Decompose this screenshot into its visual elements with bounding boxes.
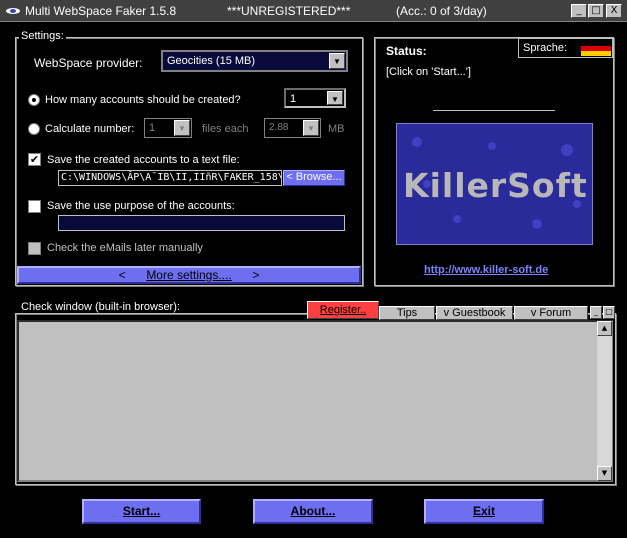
calc-label: Calculate number:	[45, 123, 135, 135]
close-button[interactable]: X	[606, 4, 622, 18]
browser-view[interactable]	[17, 320, 613, 482]
save-text-label: Save the created accounts to a text file…	[47, 154, 240, 166]
how-many-label: How many accounts should be created?	[45, 94, 241, 106]
browse-button[interactable]: < Browse...	[283, 170, 345, 186]
minimize-button[interactable]: _	[571, 4, 587, 18]
unregistered-label: ***UNREGISTERED***	[227, 4, 351, 18]
check-email-label: Check the eMails later manually	[47, 242, 203, 254]
forum-tab-label: v Forum	[530, 307, 572, 319]
language-selector[interactable]: Sprache:	[518, 38, 613, 58]
window-title: Multi WebSpace Faker 1.5.8	[25, 4, 177, 18]
tab-tips[interactable]: Tips	[379, 306, 435, 320]
size-select[interactable]: 2.88 ▼	[264, 118, 321, 138]
maximize-icon: □	[605, 307, 613, 316]
maximize-button[interactable]: □	[588, 4, 604, 18]
german-flag-icon[interactable]	[581, 41, 611, 56]
minimize-icon: _	[576, 5, 582, 16]
close-icon: X	[610, 5, 618, 16]
sprache-label: Sprache:	[523, 42, 568, 54]
minimize-icon: _	[594, 307, 598, 316]
more-settings-button[interactable]: < More settings.... >	[17, 266, 361, 284]
how-many-value: 1	[290, 93, 297, 105]
tab-register[interactable]: Register..	[307, 301, 379, 319]
size-value: 2.88	[269, 122, 289, 133]
tab-guestbook[interactable]: v Guestbook	[436, 306, 513, 320]
mb-label: MB	[328, 123, 345, 135]
tips-tab-label: Tips	[396, 307, 418, 319]
tab-forum[interactable]: v Forum	[514, 306, 588, 320]
provider-value: Geocities (15 MB)	[167, 55, 256, 67]
account-counter: (Acc.: 0 of 3/day)	[396, 4, 487, 18]
more-settings-label: More settings....	[146, 268, 232, 282]
chevron-down-icon[interactable]: ▼	[174, 120, 190, 136]
more-left-icon: <	[118, 268, 126, 282]
save-text-checkbox[interactable]: ✔	[28, 153, 41, 166]
provider-select[interactable]: Geocities (15 MB) ▼	[161, 50, 348, 72]
register-tab-label: Register..	[319, 304, 367, 316]
scroll-down-icon[interactable]: ▼	[597, 466, 612, 481]
status-divider	[433, 110, 555, 111]
browser-minimize-button[interactable]: _	[590, 306, 602, 319]
purpose-field[interactable]	[58, 215, 345, 231]
guestbook-tab-label: v Guestbook	[443, 307, 506, 319]
logo-text: KillerSoft	[403, 166, 588, 205]
chevron-down-icon[interactable]: ▼	[303, 120, 319, 136]
killersoft-logo: KillerSoft	[396, 123, 593, 245]
path-field[interactable]: C:\WINDOWS\ÂP\A¯IB\II,IIñR\FAKER_158\/	[58, 170, 282, 186]
how-many-select[interactable]: 1 ▼	[284, 88, 346, 108]
app-icon	[6, 8, 20, 14]
settings-group-label: Settings:	[19, 30, 66, 42]
exit-button[interactable]: Exit	[424, 499, 544, 524]
check-window-label: Check window (built-in browser):	[19, 301, 182, 313]
status-title: Status:	[386, 44, 427, 58]
browser-maximize-button[interactable]: □	[603, 306, 615, 319]
scroll-up-icon[interactable]: ▲	[597, 321, 612, 336]
start-button[interactable]: Start...	[82, 499, 201, 524]
start-label: Start...	[122, 504, 161, 518]
files-each-label: files each	[202, 123, 249, 135]
save-purpose-label: Save the use purpose of the accounts:	[47, 200, 235, 212]
about-label: About...	[290, 504, 336, 518]
more-right-icon: >	[252, 268, 260, 282]
path-value: C:\WINDOWS\ÂP\A¯IB\II,IIñR\FAKER_158\/	[61, 172, 282, 183]
check-email-checkbox[interactable]	[28, 242, 41, 255]
radio-calculate[interactable]	[28, 123, 40, 135]
radio-how-many[interactable]	[28, 94, 40, 106]
save-purpose-checkbox[interactable]	[28, 200, 41, 213]
calc-number-select[interactable]: 1 ▼	[144, 118, 192, 138]
calc-value: 1	[149, 122, 156, 134]
provider-label: WebSpace provider:	[34, 56, 143, 70]
browse-label: < Browse...	[286, 171, 342, 183]
exit-label: Exit	[472, 504, 495, 518]
chevron-down-icon[interactable]: ▼	[327, 91, 343, 105]
website-link[interactable]: http://www.killer-soft.de	[424, 264, 548, 276]
chevron-down-icon[interactable]: ▼	[329, 53, 345, 69]
status-text: [Click on 'Start...']	[386, 66, 471, 78]
title-bar: Multi WebSpace Faker 1.5.8 ***UNREGISTER…	[0, 0, 627, 22]
about-button[interactable]: About...	[253, 499, 373, 524]
maximize-icon: □	[591, 5, 601, 16]
browser-scrollbar[interactable]: ▲ ▼	[597, 321, 612, 481]
